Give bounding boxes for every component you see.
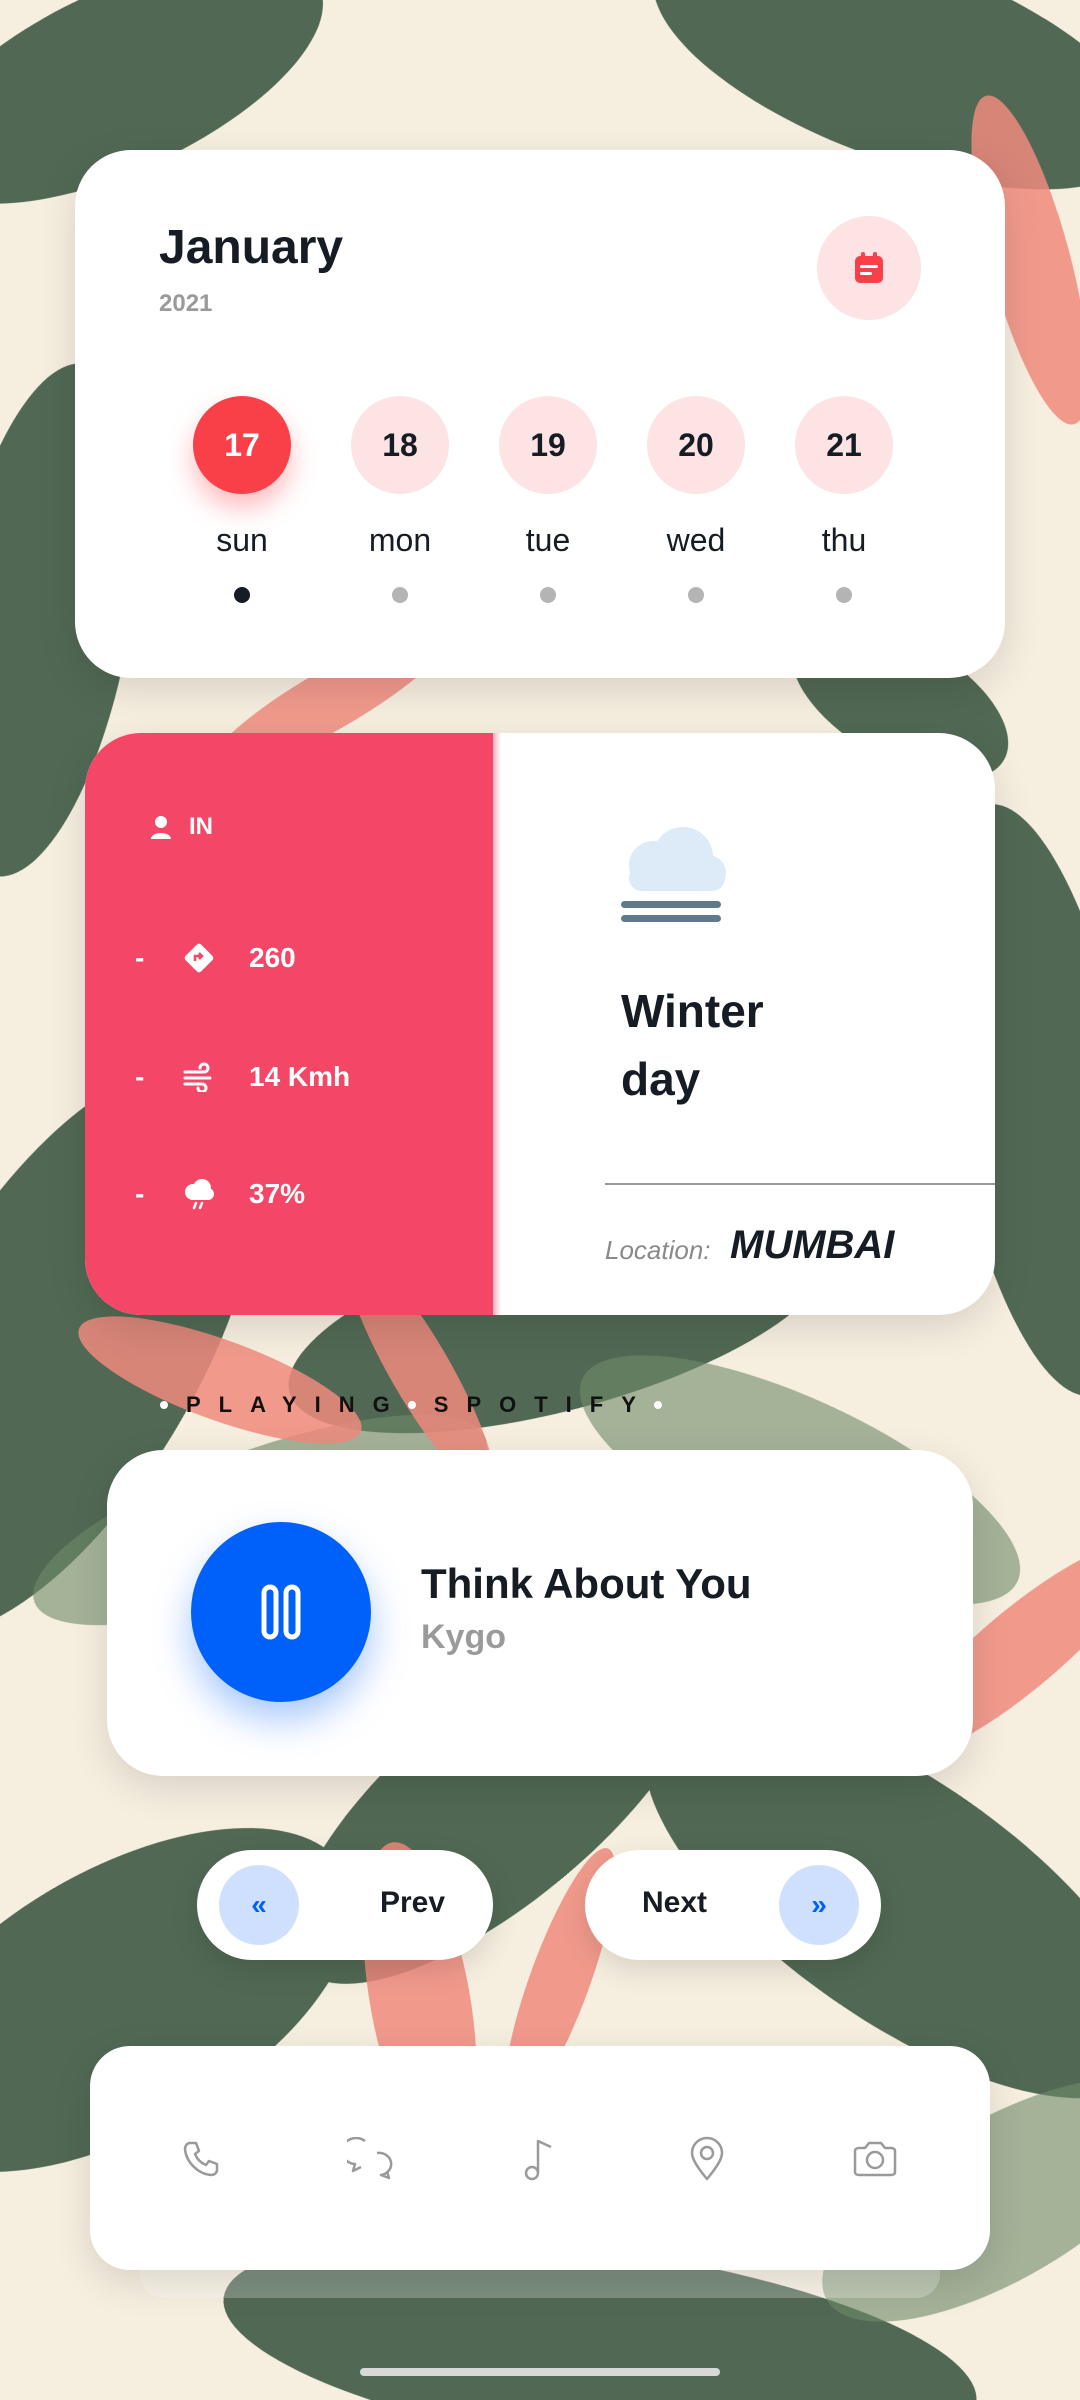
separator-dot (407, 1401, 416, 1409)
day-indicator-dot (392, 587, 408, 603)
calendar-month: January (159, 221, 344, 274)
song-title: Think About You (421, 1560, 752, 1607)
separator-dot (160, 1401, 168, 1409)
calendar-widget: January 2021 17 sun 18 mon 19 tue 20 wed… (75, 150, 1005, 678)
day-sun[interactable]: 17 sun (193, 396, 291, 603)
humidity-value: 37% (249, 1178, 306, 1209)
location-value: MUMBAI (730, 1223, 895, 1267)
music-note-icon[interactable] (510, 2130, 568, 2188)
wind-value: 14 Kmh (249, 1061, 351, 1092)
app-dock (90, 2046, 990, 2270)
country-code: IN (189, 813, 213, 840)
day-number: 17 (193, 396, 291, 494)
next-label: Next (642, 1886, 708, 1919)
music-player-widget: Think About You Kygo (107, 1450, 973, 1776)
separator-dot (653, 1401, 662, 1409)
weather-country: IN (149, 813, 213, 841)
day-number: 19 (499, 396, 597, 494)
weather-widget: IN - 260 - 14 Kmh - 37% Winter day Locat… (85, 733, 995, 1315)
location-pin-icon[interactable] (678, 2130, 736, 2188)
day-number: 18 (351, 396, 449, 494)
divider (605, 1183, 995, 1185)
playing-label: PLAYING (186, 1392, 408, 1417)
day-label: wed (666, 522, 726, 558)
spotify-label: SPOTIFY (433, 1392, 654, 1417)
weather-condition: Winter day (621, 977, 764, 1113)
day-number: 21 (795, 396, 893, 494)
rewind-icon: « (219, 1865, 299, 1945)
cloudy-weather-icon (621, 827, 726, 922)
day-wed[interactable]: 20 wed (647, 396, 745, 603)
fast-forward-icon: » (779, 1865, 859, 1945)
weather-condition-line2: day (621, 1053, 701, 1105)
row-dash: - (135, 1178, 145, 1209)
day-label: thu (821, 522, 867, 558)
location-label: Location: (605, 1235, 711, 1265)
day-label: mon (368, 522, 432, 558)
weather-row-direction: - 260 (135, 938, 296, 978)
rain-cloud-icon (179, 1174, 219, 1214)
row-dash: - (135, 942, 145, 973)
day-thu[interactable]: 21 thu (795, 396, 893, 603)
camera-icon[interactable] (846, 2130, 904, 2188)
wind-icon (179, 1057, 219, 1097)
day-label: sun (216, 522, 268, 558)
day-indicator-dot (234, 587, 250, 603)
day-indicator-dot (540, 587, 556, 603)
person-pin-icon (151, 816, 171, 839)
day-tue[interactable]: 19 tue (499, 396, 597, 603)
direction-value: 260 (249, 942, 296, 973)
now-playing-header: PLAYING SPOTIFY (160, 1390, 680, 1420)
next-button[interactable]: Next » (585, 1850, 881, 1960)
weather-condition-line1: Winter (621, 985, 764, 1037)
weather-row-wind: - 14 Kmh (135, 1057, 350, 1097)
chat-icon[interactable] (342, 2130, 400, 2188)
weather-stats-panel: IN - 260 - 14 Kmh - 37% (85, 733, 501, 1315)
calendar-button[interactable] (817, 216, 921, 320)
calendar-icon (855, 252, 883, 283)
home-indicator[interactable] (360, 2368, 720, 2376)
calendar-year: 2021 (159, 290, 213, 317)
pause-icon (261, 1584, 301, 1640)
prev-button[interactable]: « Prev (197, 1850, 493, 1960)
weather-row-humidity: - 37% (135, 1174, 305, 1214)
direction-icon (179, 938, 219, 978)
day-indicator-dot (688, 587, 704, 603)
phone-icon[interactable] (172, 2130, 230, 2188)
song-artist: Kygo (421, 1618, 506, 1656)
pause-button[interactable] (191, 1522, 371, 1702)
day-label: tue (525, 522, 571, 558)
day-mon[interactable]: 18 mon (351, 396, 449, 603)
prev-label: Prev (380, 1886, 446, 1919)
row-dash: - (135, 1061, 145, 1092)
day-number: 20 (647, 396, 745, 494)
day-indicator-dot (836, 587, 852, 603)
